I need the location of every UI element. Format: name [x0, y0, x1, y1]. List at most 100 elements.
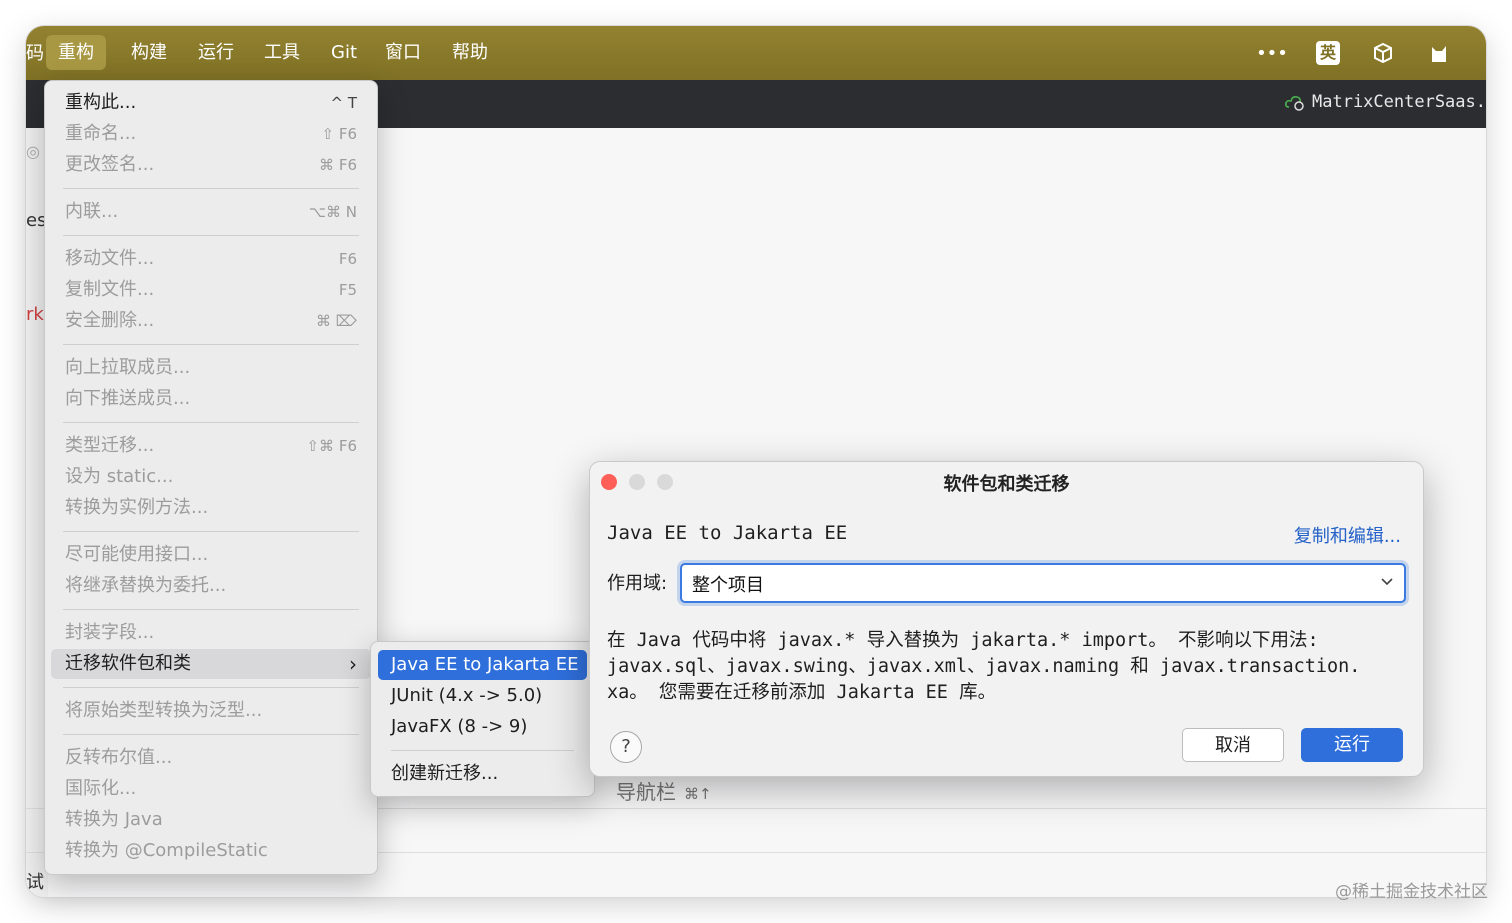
cancel-button[interactable]: 取消 [1182, 728, 1284, 762]
menu-item-shortcut: F5 [338, 281, 357, 299]
menu-item-push-members-down[interactable]: 向下推送成员... [51, 384, 371, 414]
menu-item-refactor-this[interactable]: 重构此... ^ T [51, 88, 371, 118]
menu-item-shortcut: ^ T [330, 94, 358, 112]
menu-item-label: 转换为实例方法... [65, 497, 209, 518]
menu-item-copy-file[interactable]: 复制文件... F5 [51, 275, 371, 305]
menu-item-label: 将继承替换为委托... [65, 575, 227, 596]
menu-item-migrate-packages[interactable]: 迁移软件包和类 › [51, 649, 371, 679]
menu-separator [63, 422, 359, 423]
target-icon[interactable]: ◎ [26, 142, 40, 161]
menu-item-label: 移动文件... [65, 248, 155, 269]
description-line: javax.sql、javax.swing、javax.xml、javax.na… [607, 656, 1361, 677]
menu-help[interactable]: 帮助 [440, 35, 500, 70]
menu-item-move-file[interactable]: 移动文件... F6 [51, 244, 371, 274]
menu-window[interactable]: 窗口 [373, 35, 433, 70]
project-selector[interactable]: MatrixCenterSaas. [1284, 92, 1486, 112]
menu-item-label: 复制文件... [65, 279, 155, 300]
help-button[interactable]: ? [610, 731, 642, 763]
menu-item-type-migration[interactable]: 类型迁移... ⇧⌘ F6 [51, 431, 371, 461]
menu-item-label: 内联... [65, 201, 119, 222]
nav-bar-shortcut: ⌘↑ [684, 785, 712, 803]
menu-item-rename[interactable]: 重命名... ⇧ F6 [51, 119, 371, 149]
menu-item-label: 转换为 Java [65, 809, 163, 830]
menu-item-convert-to-java[interactable]: 转换为 Java [51, 805, 371, 835]
menu-item-convert-instance-method[interactable]: 转换为实例方法... [51, 493, 371, 523]
migration-description: 在 Java 代码中将 javax.* 导入替换为 jakarta.* impo… [607, 628, 1407, 706]
cat-app-icon[interactable] [1422, 36, 1456, 70]
menu-item-generify[interactable]: 将原始类型转换为泛型... [51, 696, 371, 726]
menu-item-label: 类型迁移... [65, 435, 155, 456]
menu-item-label: 向下推送成员... [65, 388, 191, 409]
menu-build[interactable]: 构建 [119, 35, 179, 70]
dialog-title: 软件包和类迁移 [943, 474, 1070, 495]
watermark: @稀土掘金技术社区 [1335, 882, 1488, 902]
chevron-right-icon: › [349, 652, 357, 676]
menu-bar: 码 重构 构建 运行 工具 Git 窗口 帮助 ••• 英 [26, 26, 1486, 80]
run-button[interactable]: 运行 [1301, 728, 1403, 762]
menu-separator [63, 609, 359, 610]
vcs-cloud-icon [1285, 96, 1304, 111]
menu-item-shortcut: ⌘ F6 [319, 156, 357, 174]
menu-run[interactable]: 运行 [186, 35, 246, 70]
input-method-label: 英 [1316, 41, 1340, 65]
description-line: 在 Java 代码中将 javax.* 导入替换为 jakarta.* impo… [607, 630, 1319, 651]
menu-item-label: 更改签名... [65, 154, 155, 175]
input-method-icon[interactable]: 英 [1311, 36, 1345, 70]
menu-item-shortcut: ⇧ F6 [321, 125, 357, 143]
menu-separator [63, 734, 359, 735]
copy-edit-link[interactable]: 复制和编辑... [1294, 522, 1401, 548]
menu-item-label: 向上拉取成员... [65, 357, 191, 378]
menu-item-shortcut: ⇧⌘ F6 [306, 437, 357, 455]
menu-item-replace-inheritance[interactable]: 将继承替换为委托... [51, 571, 371, 601]
menu-item-convert-compilestatic[interactable]: 转换为 @CompileStatic [51, 836, 371, 866]
nav-bar-hint: 导航栏 ⌘↑ [616, 776, 712, 805]
menu-item-internationalize[interactable]: 国际化... [51, 774, 371, 804]
submenu-item-create-migration[interactable]: 创建新迁移... [378, 759, 587, 789]
menu-separator [63, 235, 359, 236]
menu-item-shortcut: ⌥⌘ N [308, 203, 357, 221]
submenu-item-java-ee-jakarta[interactable]: Java EE to Jakarta EE [378, 650, 587, 680]
more-icon[interactable]: ••• [1255, 36, 1289, 70]
refactor-menu: 重构此... ^ T 重命名... ⇧ F6 更改签名... ⌘ F6 内联... ⌥⌘… [44, 80, 378, 875]
menu-separator [63, 687, 359, 688]
project-name: MatrixCenterSaas. [1312, 92, 1486, 112]
side-frag-3: 试器 [26, 872, 44, 893]
submenu-item-junit[interactable]: JUnit (4.x -> 5.0) [378, 681, 587, 711]
menu-item-label: 重命名... [65, 123, 137, 144]
package-icon[interactable] [1366, 36, 1400, 70]
menu-item-label: 重构此... [65, 92, 137, 113]
menu-item-label: 安全删除... [65, 310, 155, 331]
migration-dialog: 软件包和类迁移 Java EE to Jakarta EE 复制和编辑... 作… [589, 461, 1424, 777]
scope-label: 作用域: [607, 573, 668, 594]
menu-git[interactable]: Git [319, 35, 369, 70]
menu-item-label: 迁移软件包和类 [65, 653, 191, 674]
menu-item-encapsulate-fields[interactable]: 封装字段... [51, 618, 371, 648]
menu-item-safe-delete[interactable]: 安全删除... ⌘ ⌦ [51, 306, 371, 336]
menu-refactor[interactable]: 重构 [46, 35, 106, 70]
submenu-item-javafx[interactable]: JavaFX (8 -> 9) [378, 712, 587, 742]
description-line: xa。 您需要在迁移前添加 Jakarta EE 库。 [607, 682, 997, 703]
menu-item-change-signature[interactable]: 更改签名... ⌘ F6 [51, 150, 371, 180]
menu-separator [63, 344, 359, 345]
menu-item-use-interface[interactable]: 尽可能使用接口... [51, 540, 371, 570]
nav-bar-label: 导航栏 [616, 780, 676, 804]
menu-tools[interactable]: 工具 [252, 35, 312, 70]
menu-item-pull-members-up[interactable]: 向上拉取成员... [51, 353, 371, 383]
migrate-submenu: Java EE to Jakarta EE JUnit (4.x -> 5.0)… [370, 641, 595, 797]
scope-select[interactable]: 整个项目 [680, 563, 1406, 603]
scope-value: 整个项目 [692, 575, 764, 596]
menu-item-inline[interactable]: 内联... ⌥⌘ N [51, 197, 371, 227]
menu-item-shortcut: F6 [338, 250, 357, 268]
menu-item-invert-boolean[interactable]: 反转布尔值... [51, 743, 371, 773]
menu-item-label: 转换为 @CompileStatic [65, 840, 268, 861]
side-frag-2: rk [26, 304, 44, 325]
menu-item-shortcut: ⌘ ⌦ [316, 312, 357, 330]
menu-item-make-static[interactable]: 设为 static... [51, 462, 371, 492]
menu-separator [63, 188, 359, 189]
menu-cut-text: 码 [26, 43, 44, 64]
menu-item-label: 国际化... [65, 778, 137, 799]
menu-item-label: 尽可能使用接口... [65, 544, 209, 565]
menu-item-label: 设为 static... [65, 466, 174, 487]
migration-name: Java EE to Jakarta EE [607, 522, 848, 544]
chevron-down-icon [1380, 573, 1394, 592]
